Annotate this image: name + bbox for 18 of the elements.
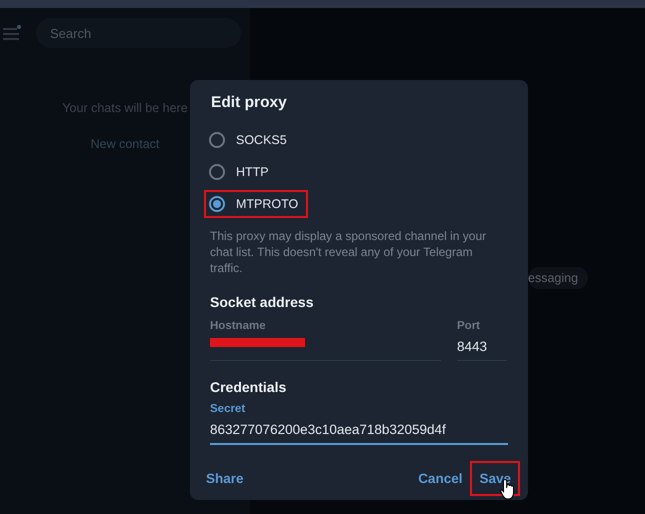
radio-option[interactable]: SOCKS5 xyxy=(204,126,297,154)
section-title: Socket address xyxy=(210,294,314,310)
dialog-button[interactable]: Share xyxy=(198,462,252,495)
field-label: Hostname xyxy=(210,320,267,332)
field-label: Port xyxy=(457,320,481,332)
menu-icon[interactable] xyxy=(2,25,22,41)
radio-option[interactable]: HTTP xyxy=(204,158,279,186)
field-label: Secret xyxy=(210,403,246,415)
proxy-note: This proxy may display a sponsored channel in your chat list. This doesn't reveal any of your Telegram traffic. xyxy=(210,228,488,276)
section-title: Credentials xyxy=(210,379,288,395)
port-field[interactable]: 8443 xyxy=(457,336,507,356)
service-message-pill: essaging xyxy=(528,267,588,289)
dialog-title: Edit proxy xyxy=(211,94,288,112)
search-field[interactable]: Search xyxy=(36,18,241,48)
secret-field[interactable]: 863277076200e3c10aea718b32059d4f xyxy=(210,419,508,439)
radio-option[interactable]: MTPROTO xyxy=(204,190,308,218)
dialog-button[interactable]: Cancel xyxy=(410,462,470,495)
empty-chats-text: Your chats will be here xyxy=(62,101,188,115)
